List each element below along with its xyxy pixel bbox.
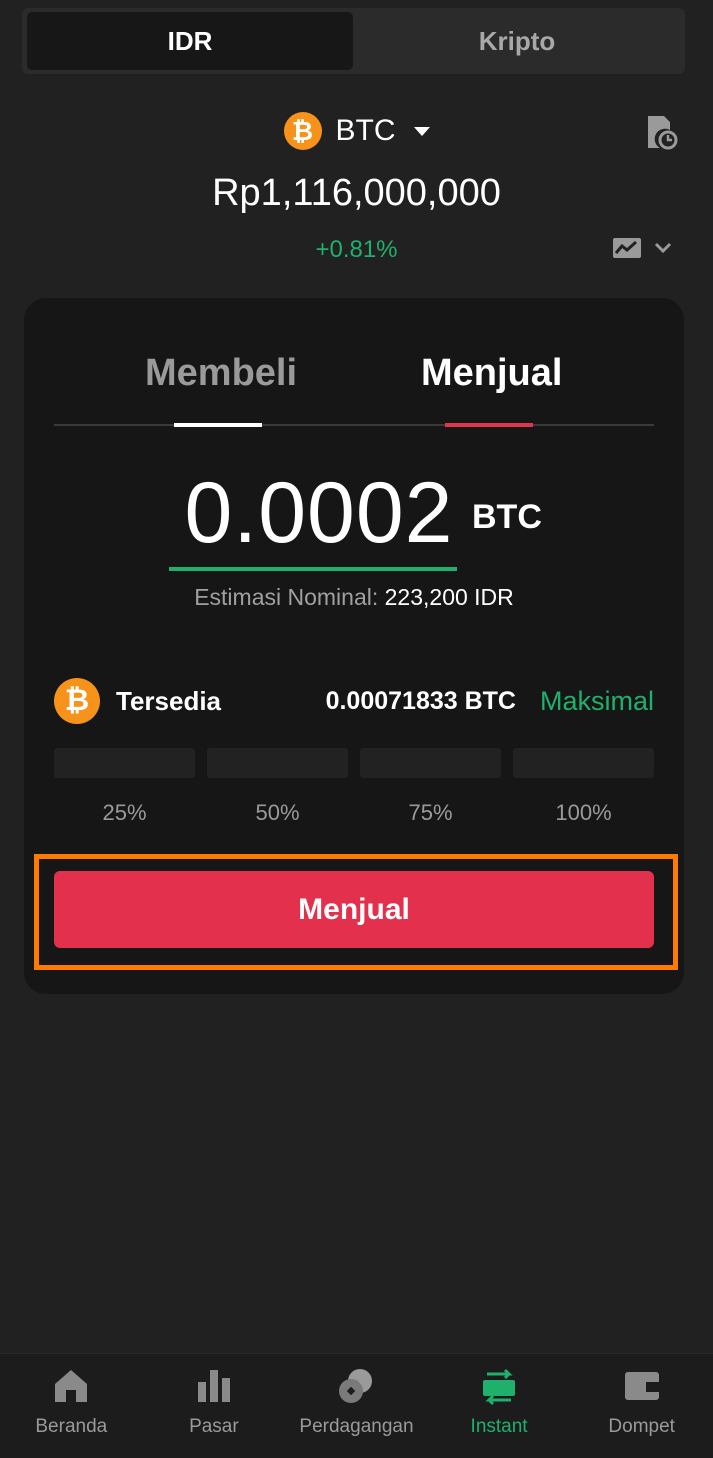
percent-25-button[interactable]: 25%: [54, 800, 195, 826]
percent-100-button[interactable]: 100%: [513, 800, 654, 826]
tab-buy[interactable]: Membeli: [145, 352, 297, 395]
coin-price: Rp1,116,000,000: [212, 172, 501, 214]
nav-item-beranda[interactable]: Beranda: [0, 1354, 143, 1458]
chart-icon: [613, 238, 641, 258]
nav-label: Pasar: [189, 1416, 239, 1437]
nav-label: Beranda: [35, 1416, 108, 1437]
percentage-bars: [54, 748, 654, 778]
currency-toggle: IDR Kripto: [22, 8, 685, 74]
nav-item-dompet[interactable]: Dompet: [570, 1354, 713, 1458]
percent-75-button[interactable]: 75%: [360, 800, 501, 826]
estimate-label: Estimasi Nominal:: [194, 584, 379, 610]
nav-label: Dompet: [608, 1416, 675, 1437]
amount-input[interactable]: 0.0002: [174, 464, 464, 563]
nav-label: Instant: [470, 1416, 528, 1437]
max-button[interactable]: Maksimal: [540, 686, 654, 717]
available-balance-row: ₿ Tersedia 0.00071833 BTC Maksimal: [54, 678, 654, 724]
amount-unit: BTC: [472, 498, 542, 536]
tab-sell-indicator: [445, 423, 533, 427]
nav-item-instant[interactable]: Instant: [428, 1354, 571, 1458]
estimate-value: 223,200 IDR: [384, 584, 514, 610]
coin-symbol: BTC: [335, 114, 396, 147]
coin-selector[interactable]: ₿ BTC: [283, 112, 430, 150]
available-value: 0.00071833 BTC: [325, 686, 516, 715]
bitcoin-icon: ₿: [54, 678, 100, 724]
percent-50-button[interactable]: 50%: [207, 800, 348, 826]
tab-idr[interactable]: IDR: [27, 12, 353, 70]
chevron-down-icon: [654, 242, 672, 254]
bottom-nav: Beranda Pasar Perdagangan Instant Dompet: [0, 1353, 713, 1458]
bitcoin-icon: ₿: [283, 112, 322, 150]
percent-100-bar[interactable]: [513, 748, 654, 778]
instant-icon: [483, 1368, 516, 1406]
wallet-icon: [624, 1372, 659, 1400]
tab-buy-indicator: [174, 423, 262, 427]
sell-button[interactable]: Menjual: [54, 871, 654, 948]
available-label: Tersedia: [116, 685, 222, 716]
market-icon: [197, 1370, 230, 1402]
tab-divider: [54, 424, 654, 426]
tab-crypto[interactable]: Kripto: [354, 12, 680, 70]
percent-75-bar[interactable]: [360, 748, 501, 778]
coin-header: ₿ BTC: [0, 108, 713, 154]
price-change: +0.81%: [315, 236, 398, 263]
amount-underline: [169, 567, 457, 571]
percent-50-bar[interactable]: [207, 748, 348, 778]
nav-item-perdagangan[interactable]: Perdagangan: [285, 1354, 428, 1458]
percentage-labels: 25% 50% 75% 100%: [54, 800, 654, 826]
nav-item-pasar[interactable]: Pasar: [143, 1354, 286, 1458]
nav-label: Perdagangan: [299, 1416, 414, 1437]
order-history-icon[interactable]: [646, 114, 678, 150]
caret-down-icon: [413, 126, 430, 136]
tab-sell[interactable]: Menjual: [421, 352, 562, 395]
home-icon: [55, 1370, 88, 1402]
trade-icon: [339, 1369, 373, 1403]
trade-card: Membeli Menjual 0.0002 BTC Estimasi Nomi…: [24, 298, 684, 994]
chart-toggle[interactable]: [612, 236, 672, 260]
percent-25-bar[interactable]: [54, 748, 195, 778]
estimate-nominal: Estimasi Nominal: 223,200 IDR: [24, 584, 684, 611]
